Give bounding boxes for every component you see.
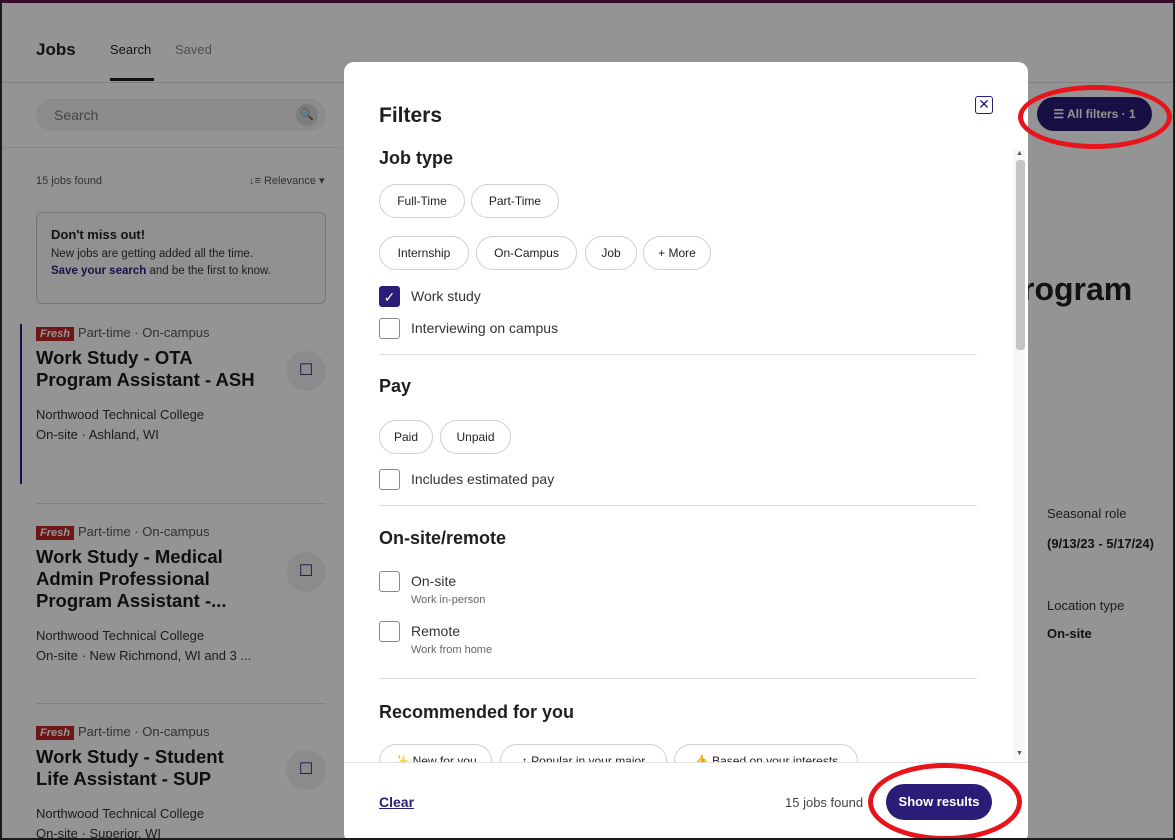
chip-internship[interactable]: Internship: [379, 236, 469, 270]
onsite-checkbox[interactable]: On-site Work in-person: [379, 571, 485, 606]
scroll-up-icon[interactable]: ▲: [1016, 150, 1023, 157]
interviewing-checkbox[interactable]: Interviewing on campus: [379, 318, 558, 339]
checkbox-box[interactable]: [379, 469, 400, 490]
checkbox-box[interactable]: [379, 318, 400, 339]
jobs-found-text: 15 jobs found: [785, 795, 864, 810]
chip-full-time[interactable]: Full-Time: [379, 184, 465, 218]
chip-job[interactable]: Job: [585, 236, 637, 270]
chip-unpaid[interactable]: Unpaid: [440, 420, 511, 454]
modal-title: Filters: [379, 104, 443, 127]
scroll-down-icon[interactable]: ▼: [1016, 750, 1023, 757]
clear-button[interactable]: Clear: [379, 794, 414, 810]
estimated-pay-checkbox[interactable]: Includes estimated pay: [379, 469, 554, 490]
app-window: Jobs Search Saved Search 🔍 15 jobs found…: [0, 0, 1175, 840]
onsite-remote-title: On-site/remote: [379, 528, 507, 548]
recommended-title: Recommended for you: [379, 702, 575, 722]
chip-part-time[interactable]: Part-Time: [471, 184, 559, 218]
highlight-circle: [868, 763, 1022, 838]
filters-modal: Filters ✕ Job type Full-Time Part-Time I…: [344, 62, 1028, 838]
work-study-checkbox[interactable]: ✓ Work study: [379, 286, 481, 307]
check-icon[interactable]: ✓: [379, 286, 400, 307]
checkbox-box[interactable]: [379, 621, 400, 642]
chip-paid[interactable]: Paid: [379, 420, 433, 454]
close-icon[interactable]: ✕: [975, 96, 993, 114]
divider: [379, 354, 977, 355]
pay-title: Pay: [379, 376, 412, 396]
checkbox-box[interactable]: [379, 571, 400, 592]
highlight-circle: [1018, 85, 1172, 149]
divider: [379, 505, 977, 506]
chip-on-campus[interactable]: On-Campus: [476, 236, 577, 270]
remote-checkbox[interactable]: Remote Work from home: [379, 621, 492, 656]
divider: [379, 678, 977, 679]
scrollbar-thumb[interactable]: [1016, 160, 1025, 350]
job-type-title: Job type: [379, 148, 454, 168]
chip-more[interactable]: + More: [643, 236, 711, 270]
